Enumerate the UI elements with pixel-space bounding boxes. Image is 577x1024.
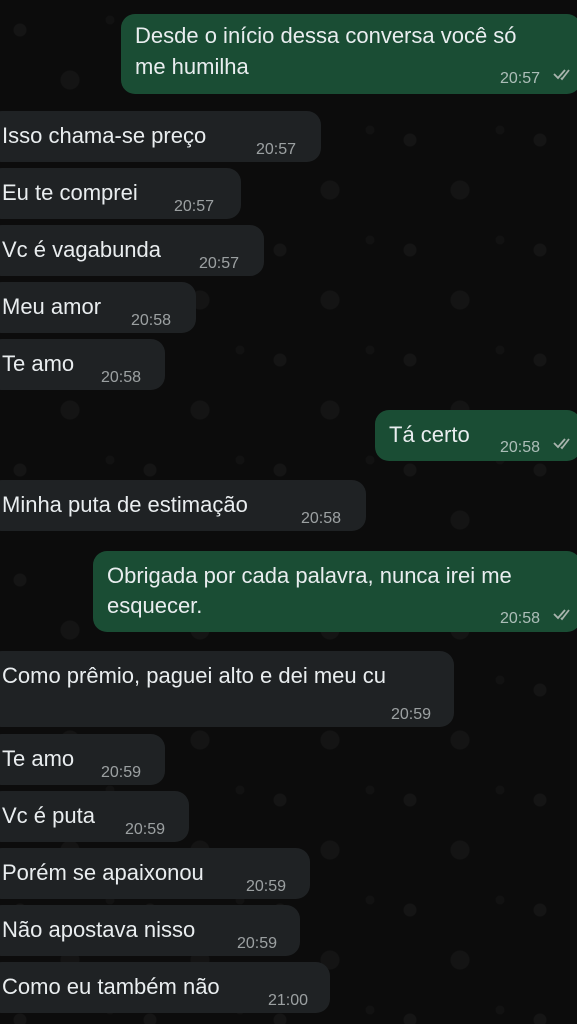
message-time: 20:59 xyxy=(391,706,432,723)
message-text: Te amo xyxy=(2,351,75,376)
message-text: Tá certo xyxy=(389,422,470,447)
message-text: Te amo xyxy=(2,746,75,771)
message-text: Minha puta de estimação xyxy=(2,492,248,517)
message-bubble-incoming[interactable]: Minha puta de estimação 20:58 xyxy=(0,480,366,531)
message-bubble-outgoing[interactable]: Obrigada por cada palavra, nunca irei me… xyxy=(93,551,577,632)
message-time: 20:59 xyxy=(237,935,278,952)
message-bubble-outgoing[interactable]: Desde o início dessa conversa você só me… xyxy=(121,14,577,94)
message-text: Como eu também não xyxy=(2,974,220,999)
message-time: 20:57 xyxy=(174,198,215,215)
message-time: 20:58 xyxy=(500,610,541,627)
message-time: 20:58 xyxy=(301,510,342,527)
message-text: Meu amor xyxy=(2,294,102,319)
message-time: 20:57 xyxy=(256,141,297,158)
message-time: 20:59 xyxy=(125,821,166,838)
message-bubble-incoming[interactable]: Meu amor 20:58 xyxy=(0,282,196,333)
message-bubble-incoming[interactable]: Te amo 20:58 xyxy=(0,339,165,390)
message-bubble-incoming[interactable]: Eu te comprei 20:57 xyxy=(0,168,241,219)
message-text: esquecer. xyxy=(107,593,203,618)
message-bubble-incoming[interactable]: Não apostava nisso 20:59 xyxy=(0,905,300,956)
message-text: Não apostava nisso xyxy=(2,917,196,942)
message-text: me humilha xyxy=(135,54,249,79)
message-text: Vc é puta xyxy=(2,803,95,828)
message-bubble-incoming[interactable]: Como eu também não 21:00 xyxy=(0,962,330,1013)
message-time: 20:58 xyxy=(101,369,142,386)
message-text: Vc é vagabunda xyxy=(2,237,162,262)
message-time: 20:58 xyxy=(131,312,172,329)
message-text: Desde o início dessa conversa você só xyxy=(135,23,517,48)
message-bubble-incoming[interactable]: Vc é puta 20:59 xyxy=(0,791,189,842)
message-text: Porém se apaixonou xyxy=(2,860,204,885)
message-time: 20:59 xyxy=(246,878,287,895)
message-time: 20:57 xyxy=(500,70,541,87)
message-bubble-incoming[interactable]: Isso chama-se preço 20:57 xyxy=(0,111,321,162)
message-time: 21:00 xyxy=(268,992,309,1009)
message-time: 20:58 xyxy=(500,439,541,456)
message-text: Obrigada por cada palavra, nunca irei me xyxy=(107,563,512,588)
message-bubble-incoming[interactable]: Te amo 20:59 xyxy=(0,734,165,785)
message-bubble-outgoing[interactable]: Tá certo 20:58 xyxy=(375,410,577,461)
message-text: Isso chama-se preço xyxy=(2,123,207,148)
message-bubble-incoming[interactable]: Porém se apaixonou 20:59 xyxy=(0,848,310,899)
message-text: Eu te comprei xyxy=(2,180,138,205)
double-check-icon xyxy=(553,609,570,621)
message-bubble-incoming[interactable]: Vc é vagabunda 20:57 xyxy=(0,225,264,276)
message-bubble-incoming[interactable]: Como prêmio, paguei alto e dei meu cu 20… xyxy=(0,651,454,727)
double-check-icon xyxy=(553,438,570,450)
double-check-icon xyxy=(553,69,570,81)
message-time: 20:57 xyxy=(199,255,240,272)
message-list[interactable]: Desde o início dessa conversa você só me… xyxy=(0,0,577,1024)
message-text: Como prêmio, paguei alto e dei meu cu xyxy=(2,663,386,688)
message-time: 20:59 xyxy=(101,764,142,781)
